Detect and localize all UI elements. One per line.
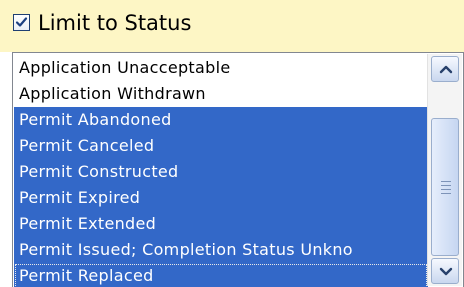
status-filter-header: Limit to Status [0,0,464,52]
thumb-grip-line [441,185,451,186]
status-option-permit-replaced[interactable]: Permit Replaced [14,263,428,287]
thumb-grip-line [441,193,451,194]
status-option-permit-canceled[interactable]: Permit Canceled [14,133,428,159]
scroll-up-button[interactable] [431,56,459,82]
status-option-application-unacceptable[interactable]: Application Unacceptable [14,55,428,81]
status-listbox[interactable]: Application Unacceptable Application Wit… [12,52,464,287]
checkmark-icon [15,17,28,27]
status-option-permit-abandoned[interactable]: Permit Abandoned [14,107,428,133]
status-option-permit-constructed[interactable]: Permit Constructed [14,159,428,185]
limit-to-status-label[interactable]: Limit to Status [38,10,191,36]
status-option-permit-expired[interactable]: Permit Expired [14,185,428,211]
status-list: Application Unacceptable Application Wit… [14,55,428,287]
thumb-grip-line [441,181,451,182]
status-filter-panel: Limit to Status Application Unacceptable… [0,0,464,287]
status-option-application-withdrawn[interactable]: Application Withdrawn [14,81,428,107]
chevron-up-icon [439,65,453,74]
status-option-permit-issued[interactable]: Permit Issued; Completion Status Unkno [14,237,428,263]
vertical-scrollbar[interactable] [427,54,462,286]
status-option-permit-extended[interactable]: Permit Extended [14,211,428,237]
thumb-grip-line [441,189,451,190]
scrollbar-thumb[interactable] [431,118,459,256]
limit-to-status-checkbox[interactable] [13,14,30,31]
scroll-down-button[interactable] [431,258,459,284]
chevron-down-icon [439,267,453,276]
